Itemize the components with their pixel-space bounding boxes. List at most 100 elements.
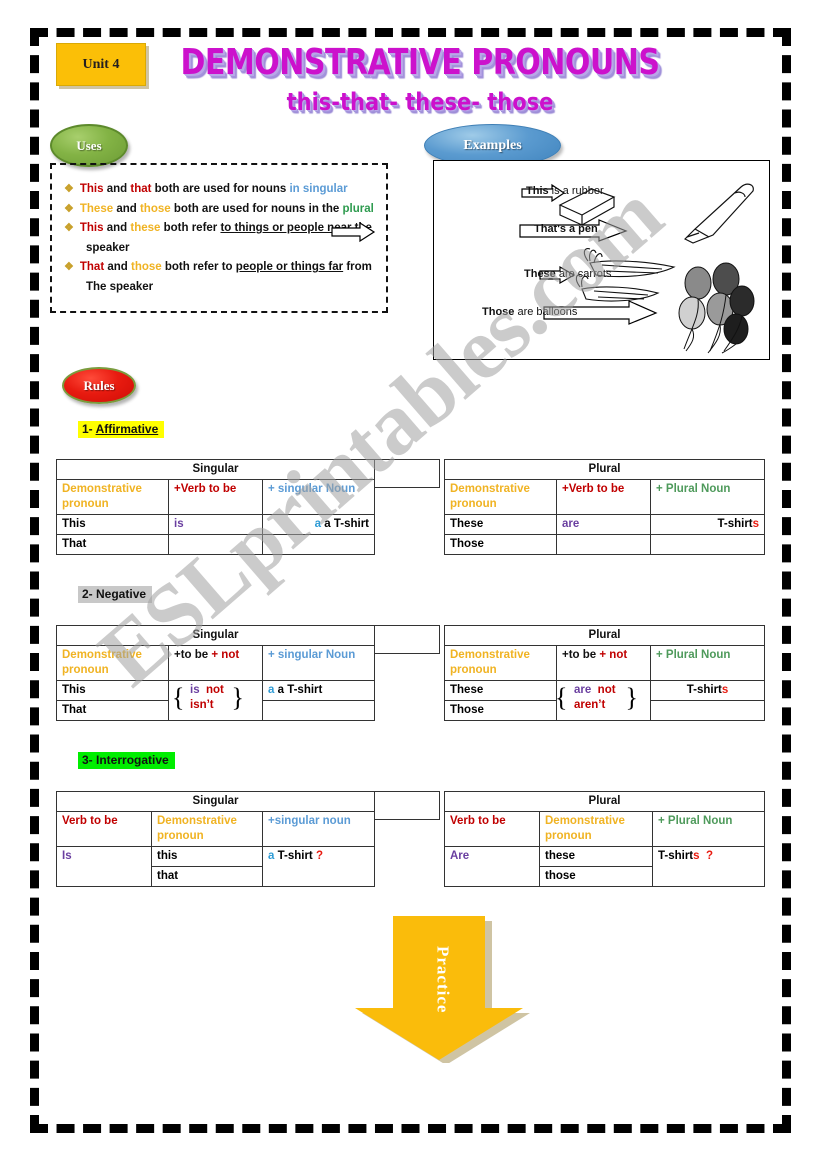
col-header-plural-noun: + Plural Noun [649, 479, 766, 515]
col-header-to-be-not: +to be + not [168, 645, 263, 681]
balloons-icon [678, 262, 755, 354]
negative-singular-trailing-box [374, 625, 440, 654]
section-heading-affirmative: 1- Affirmative [78, 421, 165, 438]
table-row: This { } is not isn’t a a T-shirt [56, 680, 376, 721]
cell-verb-is: is [168, 514, 263, 535]
uses-item-fragment: both refer [160, 222, 221, 234]
table-row: That [56, 534, 376, 555]
table-row: Verb to be Demonstrative pronoun +singul… [56, 811, 376, 847]
table-row: Demonstrative pronoun +to be + not + sin… [56, 645, 376, 681]
uses-item-fragment: This [79, 222, 104, 234]
cell-pronoun-these: These [444, 514, 557, 535]
affirmative-singular-title: Singular [55, 459, 376, 480]
uses-item-fragment: and [104, 261, 131, 273]
uses-list-item: speaker [64, 239, 434, 259]
table-row: Verb to be Demonstrative pronoun + Plura… [444, 811, 766, 847]
col-header-verb-to-be: +Verb to be [168, 479, 263, 515]
table-row: These { } are not aren’t T-shirts [444, 680, 766, 721]
uses-list-item: ❖ This and that both are used for nouns i… [64, 180, 434, 200]
cell-verb-is: Is [56, 846, 152, 887]
cell-empty [261, 700, 376, 721]
section-3-number: 3- [82, 753, 93, 767]
cell-noun-tshirts-question: T-shirts ? [651, 846, 766, 887]
affirmative-plural-title: Plural [443, 459, 766, 480]
uses-item-fragment: both are used for nouns in the [170, 202, 343, 215]
example-1-bold: This [526, 185, 549, 197]
table-negative-plural: Plural Demonstrative pronoun +to be + no… [443, 625, 766, 721]
cell-verb-are: are [556, 514, 651, 535]
table-row: This is a a T-shirt [56, 514, 376, 535]
table-row: Demonstrative pronoun +Verb to be + Plur… [444, 479, 766, 515]
uses-near-arrow-icon [331, 222, 376, 243]
example-4-bold: Those [482, 306, 515, 318]
uses-item-fragment: plural [342, 202, 374, 215]
cell-pronoun-these: These [444, 680, 557, 701]
uses-list-item: ❖ This and these both refer to things or … [64, 219, 434, 239]
cell-pronoun-this: This [56, 680, 169, 701]
diamond-bullet-icon: ❖ [64, 261, 74, 273]
table-row: Singular [55, 791, 376, 812]
col-header-to-be-not: +to be + not [556, 645, 651, 681]
table-interrogative-plural: Plural Verb to be Demonstrative pronoun … [443, 791, 766, 887]
uses-list: ❖ This and that both are used for nouns i… [64, 180, 434, 297]
table-interrogative-singular: Singular Verb to be Demonstrative pronou… [55, 791, 376, 887]
table-row: Demonstrative pronoun +to be + not + Plu… [444, 645, 766, 681]
col-header-demonstrative-pronoun: Demonstrative pronoun [444, 479, 557, 515]
uses-item-fragment: This [79, 183, 104, 195]
table-row: Plural [443, 625, 766, 646]
rules-badge-label: Rules [83, 377, 115, 393]
uses-item-fragment: both refer to [161, 261, 236, 273]
table-row: Plural [443, 791, 766, 812]
col-header-plural-noun: + Plural Noun [649, 645, 766, 681]
uses-item-fragment: to [220, 222, 235, 234]
cell-pronoun-these: these [539, 846, 653, 867]
uses-item-fragment: those [131, 261, 162, 273]
col-header-singular-noun: +singular noun [261, 811, 376, 847]
rules-section-badge: Rules [62, 367, 136, 404]
section-1-label: Affirmative [95, 422, 159, 436]
uses-item-fragment: those [139, 202, 171, 215]
uses-item-fragment: These [79, 202, 114, 215]
col-header-verb-to-be: Verb to be [56, 811, 152, 847]
cell-empty [168, 534, 263, 555]
cell-noun-tshirt: a a T-shirt [261, 680, 376, 701]
examples-badge-label: Examples [463, 137, 522, 153]
cell-pronoun-this: This [56, 514, 169, 535]
negative-plural-title: Plural [443, 625, 766, 646]
uses-list-item: The speaker [64, 278, 434, 298]
uses-item-fragment: in singular [289, 183, 348, 195]
uses-item-fragment: people or things far [235, 261, 344, 273]
section-2-number: 2- [82, 587, 93, 601]
cell-pronoun-those: those [539, 866, 653, 887]
page-title: DEMONSTRATIVE PRONOUNS [180, 42, 660, 84]
table-affirmative-singular: Singular Demonstrative pronoun +Verb to … [55, 459, 376, 555]
table-row: Singular [55, 459, 376, 480]
col-header-singular-noun: + singular Noun [261, 645, 376, 681]
page-subtitle: this-that- these- those [286, 88, 554, 116]
cell-verb-are: Are [444, 846, 540, 887]
unit-badge: Unit 4 [56, 43, 146, 86]
examples-box: This is a rubber That's a pen These are … [433, 160, 770, 360]
negative-singular-title: Singular [55, 625, 376, 646]
table-row: These are T-shirts [444, 514, 766, 535]
uses-item-continuation: speaker [86, 241, 130, 254]
cell-noun-tshirts: T-shirts [649, 514, 766, 535]
cell-noun-tshirt-question: a T-shirt ? [261, 846, 376, 887]
cell-empty [556, 534, 651, 555]
example-3-bold: These [524, 268, 556, 280]
col-header-demonstrative-pronoun: Demonstrative pronoun [56, 479, 169, 515]
section-2-label: Negative [96, 587, 147, 601]
uses-section-badge: Uses [50, 124, 128, 167]
practice-arrow[interactable] [355, 908, 530, 1063]
interrogative-singular-trailing-box [374, 791, 440, 820]
cell-empty [649, 700, 766, 721]
table-affirmative-plural: Plural Demonstrative pronoun +Verb to be… [443, 459, 766, 555]
interrogative-plural-title: Plural [443, 791, 766, 812]
uses-list-item: ❖ That and those both refer to people or … [64, 258, 434, 278]
uses-item-fragment: and [113, 202, 140, 215]
col-header-demonstrative-pronoun: Demonstrative pronoun [539, 811, 653, 847]
col-header-verb-to-be: Verb to be [444, 811, 540, 847]
cell-noun-tshirts: T-shirts [649, 680, 766, 701]
diamond-bullet-icon: ❖ [64, 222, 74, 234]
uses-badge-label: Uses [76, 137, 102, 153]
